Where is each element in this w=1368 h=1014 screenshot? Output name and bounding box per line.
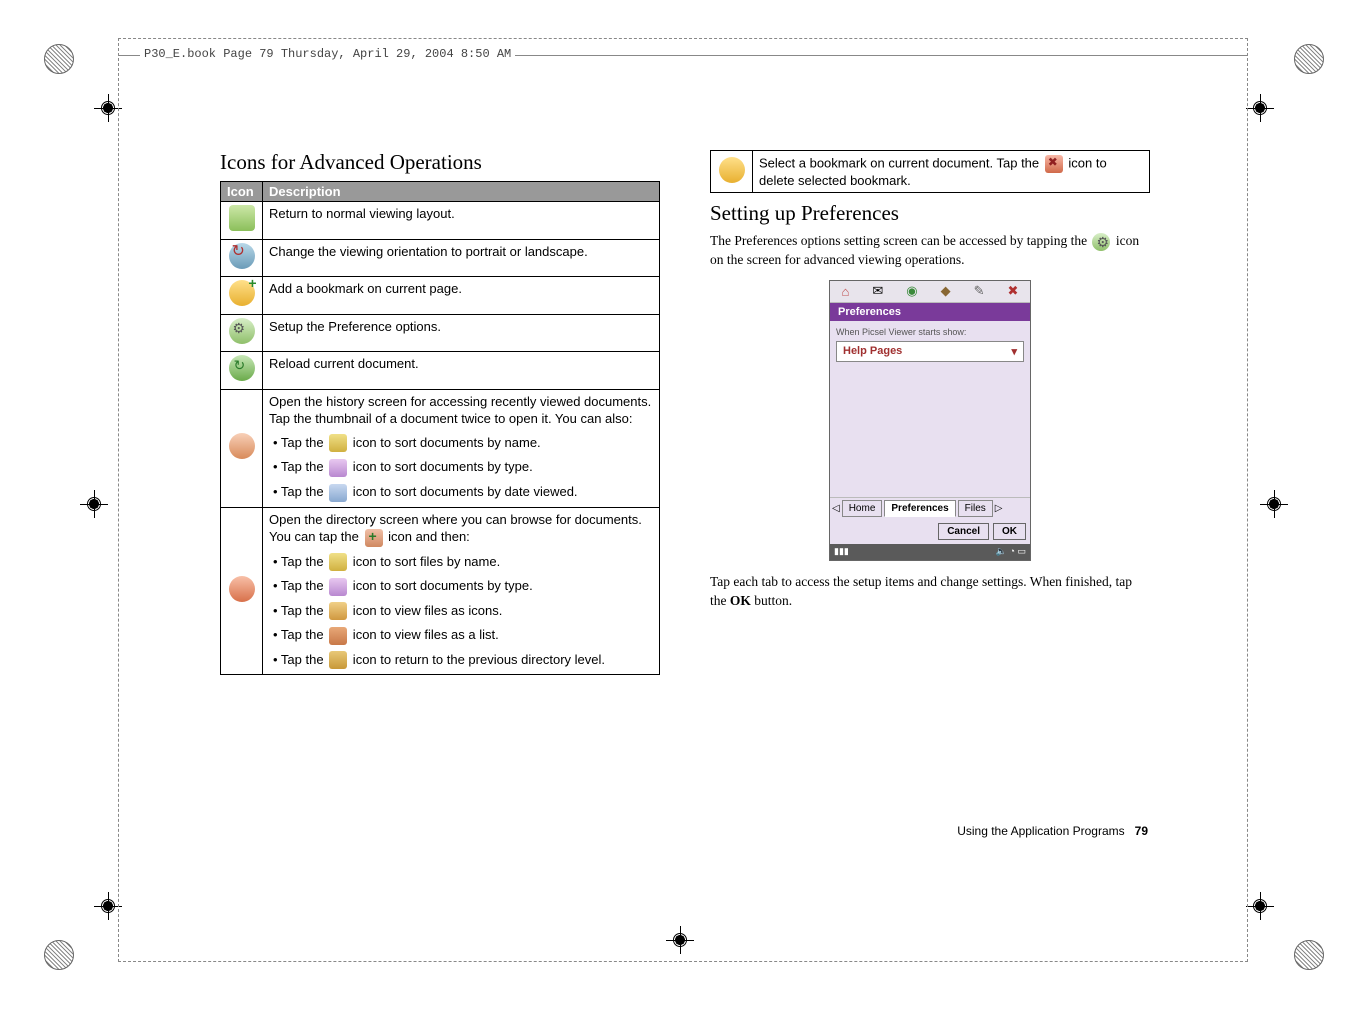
desc-browse: Open the directory screen where you can … — [263, 507, 660, 675]
th-description: Description — [263, 182, 660, 202]
bookmark-table: Select a bookmark on current document. T… — [710, 150, 1150, 193]
desc-reload: Reload current document. — [263, 352, 660, 390]
arrow-left-icon[interactable]: ◁ — [832, 503, 840, 514]
close-icon: ✖ — [1008, 283, 1019, 299]
crop-mark-icon — [1246, 892, 1274, 920]
page-footer: Using the Application Programs 79 — [957, 824, 1148, 838]
preferences-screenshot: ⌂ ✉ ◉ ◆ ✎ ✖ Preferences When Picsel View… — [829, 280, 1031, 561]
reload-icon — [229, 355, 255, 381]
delete-bookmark-icon — [1045, 155, 1063, 173]
signal-icon: ▮▮▮ — [834, 546, 849, 557]
clock-icon: ◔ — [1010, 546, 1015, 556]
crop-mark-icon — [1260, 490, 1288, 518]
select-bookmark-icon — [719, 157, 745, 183]
device-statusbar: ⌂ ✉ ◉ ◆ ✎ ✖ — [830, 281, 1030, 303]
expand-icon — [365, 529, 383, 547]
desc-preferences: Setup the Preference options. — [263, 314, 660, 352]
prefs-outro-text: Tap each tab to access the setup items a… — [710, 573, 1150, 611]
up-directory-icon — [329, 651, 347, 669]
corner-hatch-icon — [1294, 44, 1324, 74]
table-row: Add a bookmark on current page. — [221, 277, 660, 315]
sort-by-type-icon — [329, 578, 347, 596]
tab-preferences[interactable]: Preferences — [884, 500, 955, 517]
tab-files[interactable]: Files — [958, 500, 993, 517]
corner-hatch-icon — [1294, 940, 1324, 970]
corner-hatch-icon — [44, 940, 74, 970]
mail-icon: ✉ — [872, 283, 883, 299]
normal-view-icon — [229, 205, 255, 231]
desc-add-bookmark: Add a bookmark on current page. — [263, 277, 660, 315]
th-icon: Icon — [221, 182, 263, 202]
desc-orientation: Change the viewing orientation to portra… — [263, 239, 660, 277]
table-row: Open the directory screen where you can … — [221, 507, 660, 675]
table-row: Change the viewing orientation to portra… — [221, 239, 660, 277]
preferences-icon — [229, 318, 255, 344]
book-header-info: P30_E.book Page 79 Thursday, April 29, 2… — [140, 47, 515, 61]
note-icon: ✎ — [974, 283, 985, 299]
desc-select-bookmark: Select a bookmark on current document. T… — [753, 151, 1150, 193]
arrow-right-icon[interactable]: ▷ — [995, 503, 1003, 514]
table-row: Open the history screen for accessing re… — [221, 389, 660, 507]
sort-by-date-icon — [329, 484, 347, 502]
section-heading-prefs: Setting up Preferences — [710, 201, 1150, 226]
sort-by-type-icon — [329, 459, 347, 477]
left-column: Icons for Advanced Operations Icon Descr… — [220, 150, 660, 675]
table-row: Setup the Preference options. — [221, 314, 660, 352]
add-bookmark-icon — [229, 280, 255, 306]
start-page-dropdown[interactable]: Help Pages ▾ — [836, 341, 1024, 362]
globe-icon: ◉ — [906, 283, 917, 299]
icons-table: Icon Description Return to normal viewin… — [220, 181, 660, 675]
table-row: Return to normal viewing layout. — [221, 202, 660, 240]
desc-normal-view: Return to normal viewing layout. — [263, 202, 660, 240]
view-as-list-icon — [329, 627, 347, 645]
corner-hatch-icon — [44, 44, 74, 74]
section-heading-icons: Icons for Advanced Operations — [220, 150, 660, 175]
sound-icon: 🔈 — [996, 546, 1007, 556]
chevron-down-icon: ▾ — [1011, 345, 1017, 358]
prefs-intro-text: The Preferences options setting screen c… — [710, 232, 1150, 270]
sort-by-name-icon — [329, 434, 347, 452]
app-icon: ⌂ — [842, 284, 850, 299]
cancel-button[interactable]: Cancel — [938, 523, 989, 540]
history-icon — [229, 433, 255, 459]
desc-history: Open the history screen for accessing re… — [263, 389, 660, 507]
tab-home[interactable]: Home — [842, 500, 883, 517]
view-as-icons-icon — [329, 602, 347, 620]
preferences-icon — [1092, 233, 1110, 251]
browse-icon — [229, 576, 255, 602]
dropdown-label: When Picsel Viewer starts show: — [836, 327, 1024, 337]
battery-icon: ▭ — [1017, 546, 1026, 556]
table-row: Select a bookmark on current document. T… — [711, 151, 1150, 193]
crop-mark-icon — [80, 490, 108, 518]
ok-button[interactable]: OK — [993, 523, 1026, 540]
crop-mark-icon — [1246, 94, 1274, 122]
device-bottom-bar: ▮▮▮ 🔈 ◔ ▭ — [830, 544, 1030, 560]
orientation-icon — [229, 243, 255, 269]
sort-by-name-icon — [329, 553, 347, 571]
dialog-titlebar: Preferences — [830, 303, 1030, 321]
tab-row: ◁ Home Preferences Files ▷ — [830, 497, 1030, 519]
book-icon: ◆ — [941, 283, 951, 299]
table-row: Reload current document. — [221, 352, 660, 390]
right-column: Select a bookmark on current document. T… — [710, 150, 1150, 675]
